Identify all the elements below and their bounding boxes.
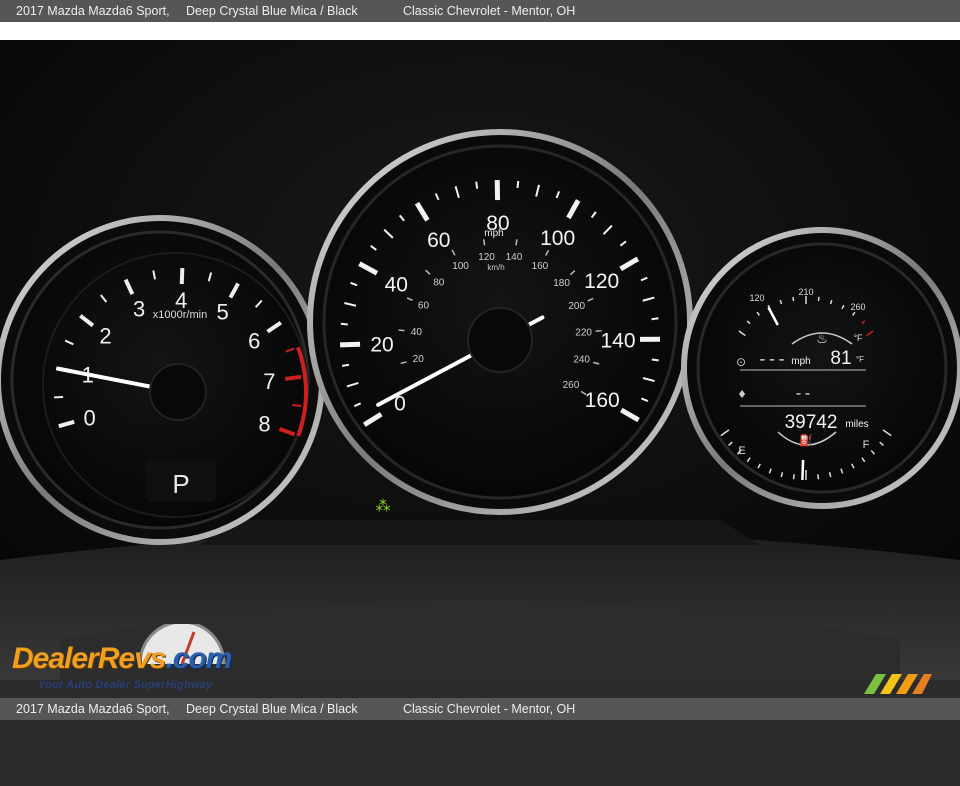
mph-tick <box>517 181 518 188</box>
caption-bar-top: 2017 Mazda Mazda6 Sport, Deep Crystal Bl… <box>0 0 960 22</box>
kmh-tick-label: 80 <box>433 278 445 289</box>
caption-dealer-bottom: Classic Chevrolet - Mentor, OH <box>403 698 575 720</box>
tach-tick-label: 6 <box>248 329 260 354</box>
bottom-margin <box>0 680 960 698</box>
tach-tick-label: 0 <box>83 405 95 430</box>
mph-tick-label: 120 <box>584 270 619 293</box>
range-value: -- <box>794 386 812 403</box>
kmh-tick-label: 220 <box>575 327 592 338</box>
odometer-unit: miles <box>845 419 868 430</box>
tach-tick <box>285 377 301 379</box>
odometer-value: 39742 <box>785 412 838 433</box>
kmh-unit-label: km/h <box>487 263 504 272</box>
temp-unit-label: °F <box>853 333 863 343</box>
mph-tick-label: 20 <box>370 334 393 357</box>
caption-dealer: Classic Chevrolet - Mentor, OH <box>403 0 575 22</box>
tach-tick-label: 3 <box>133 297 145 322</box>
speedometer: 0204060801001201401602040608010012014016… <box>310 132 690 512</box>
kmh-tick <box>398 330 404 331</box>
tach-tick-label: 2 <box>99 323 111 348</box>
mph-tick <box>652 359 659 360</box>
kmh-tick <box>596 331 602 332</box>
temp-mid-label: 210 <box>798 287 813 297</box>
fuel-tick <box>794 474 795 479</box>
mph-tick-label: 160 <box>585 389 620 412</box>
temp-tick <box>793 297 794 301</box>
top-margin <box>0 22 960 40</box>
speed-hub <box>468 308 532 372</box>
fuel-tick <box>818 474 819 479</box>
kmh-tick-label: 200 <box>568 301 585 312</box>
caption-color: Deep Crystal Blue Mica / Black <box>186 0 358 22</box>
mph-tick <box>341 324 348 325</box>
caption-vehicle: 2017 Mazda Mazda6 Sport, <box>16 0 170 22</box>
range-icon: ♦ <box>737 388 747 401</box>
mph-tick-label: 60 <box>427 229 450 252</box>
mph-tick <box>342 365 349 366</box>
kmh-tick-label: 180 <box>553 278 570 289</box>
kmh-tick-label: 140 <box>506 252 523 263</box>
fuel-pump-icon: ⛽ <box>799 434 813 447</box>
tach-unit-label: x1000r/min <box>153 309 207 321</box>
mph-tick <box>340 344 360 345</box>
tach-tick <box>292 405 301 406</box>
kmh-tick-label: 120 <box>478 252 495 263</box>
instrument-cluster-photo: 012345678 x1000r/min P 02040608010012014… <box>0 40 960 680</box>
tach-hub <box>150 364 206 420</box>
fuel-empty-label: E <box>738 445 745 457</box>
caption-vehicle-bottom: 2017 Mazda Mazda6 Sport, <box>16 698 170 720</box>
kmh-tick-label: 40 <box>411 327 423 338</box>
cruise-speed-value: --- <box>758 351 787 369</box>
fuel-full-label: F <box>863 439 870 451</box>
kmh-tick <box>484 239 485 245</box>
kmh-tick-label: 60 <box>418 300 430 311</box>
caption-color-bottom: Deep Crystal Blue Mica / Black <box>186 698 358 720</box>
cruise-speed-unit: mph <box>791 356 810 367</box>
svg-text:⁂: ⁂ <box>376 497 391 515</box>
tach-tick <box>182 268 183 284</box>
temp-high-label: 260 <box>850 302 865 312</box>
speed-limit-icon: ⊙ <box>736 355 746 369</box>
mph-tick-label: 40 <box>385 274 408 297</box>
mph-tick-label: 100 <box>540 227 575 250</box>
kmh-tick-label: 160 <box>532 261 549 272</box>
kmh-tick-label: 240 <box>573 355 590 366</box>
outside-temp-unit: °F <box>856 355 864 364</box>
mph-tick <box>476 182 477 189</box>
info-display: 120 210 260 °F ♨ ⊙ --- mph 81 °F ♦ -- 39… <box>684 230 960 506</box>
watermark-logo-text: DealerRevs.com <box>12 642 231 676</box>
tach-tick-label: 7 <box>263 369 275 394</box>
indicator-light-icon: ⁂ <box>376 497 391 515</box>
temp-low-label: 120 <box>749 293 764 303</box>
coolant-temp-icon: ♨ <box>816 332 828 347</box>
tachometer: 012345678 x1000r/min P <box>0 218 322 542</box>
temp-tick <box>818 297 819 301</box>
mph-unit-label: mph <box>484 228 503 239</box>
outside-temp-value: 81 <box>830 348 851 369</box>
gear-indicator: P <box>172 469 189 499</box>
tach-tick-label: 8 <box>258 411 270 436</box>
caption-bar-bottom: 2017 Mazda Mazda6 Sport, Deep Crystal Bl… <box>0 698 960 720</box>
kmh-tick-label: 100 <box>452 261 469 272</box>
kmh-tick <box>516 239 517 245</box>
mph-tick-label: 140 <box>600 329 635 352</box>
fuel-pointer <box>802 460 803 480</box>
kmh-tick-label: 260 <box>563 380 580 391</box>
tach-tick-label: 5 <box>216 300 228 325</box>
mph-tick <box>652 318 659 319</box>
kmh-tick-label: 20 <box>413 354 425 365</box>
